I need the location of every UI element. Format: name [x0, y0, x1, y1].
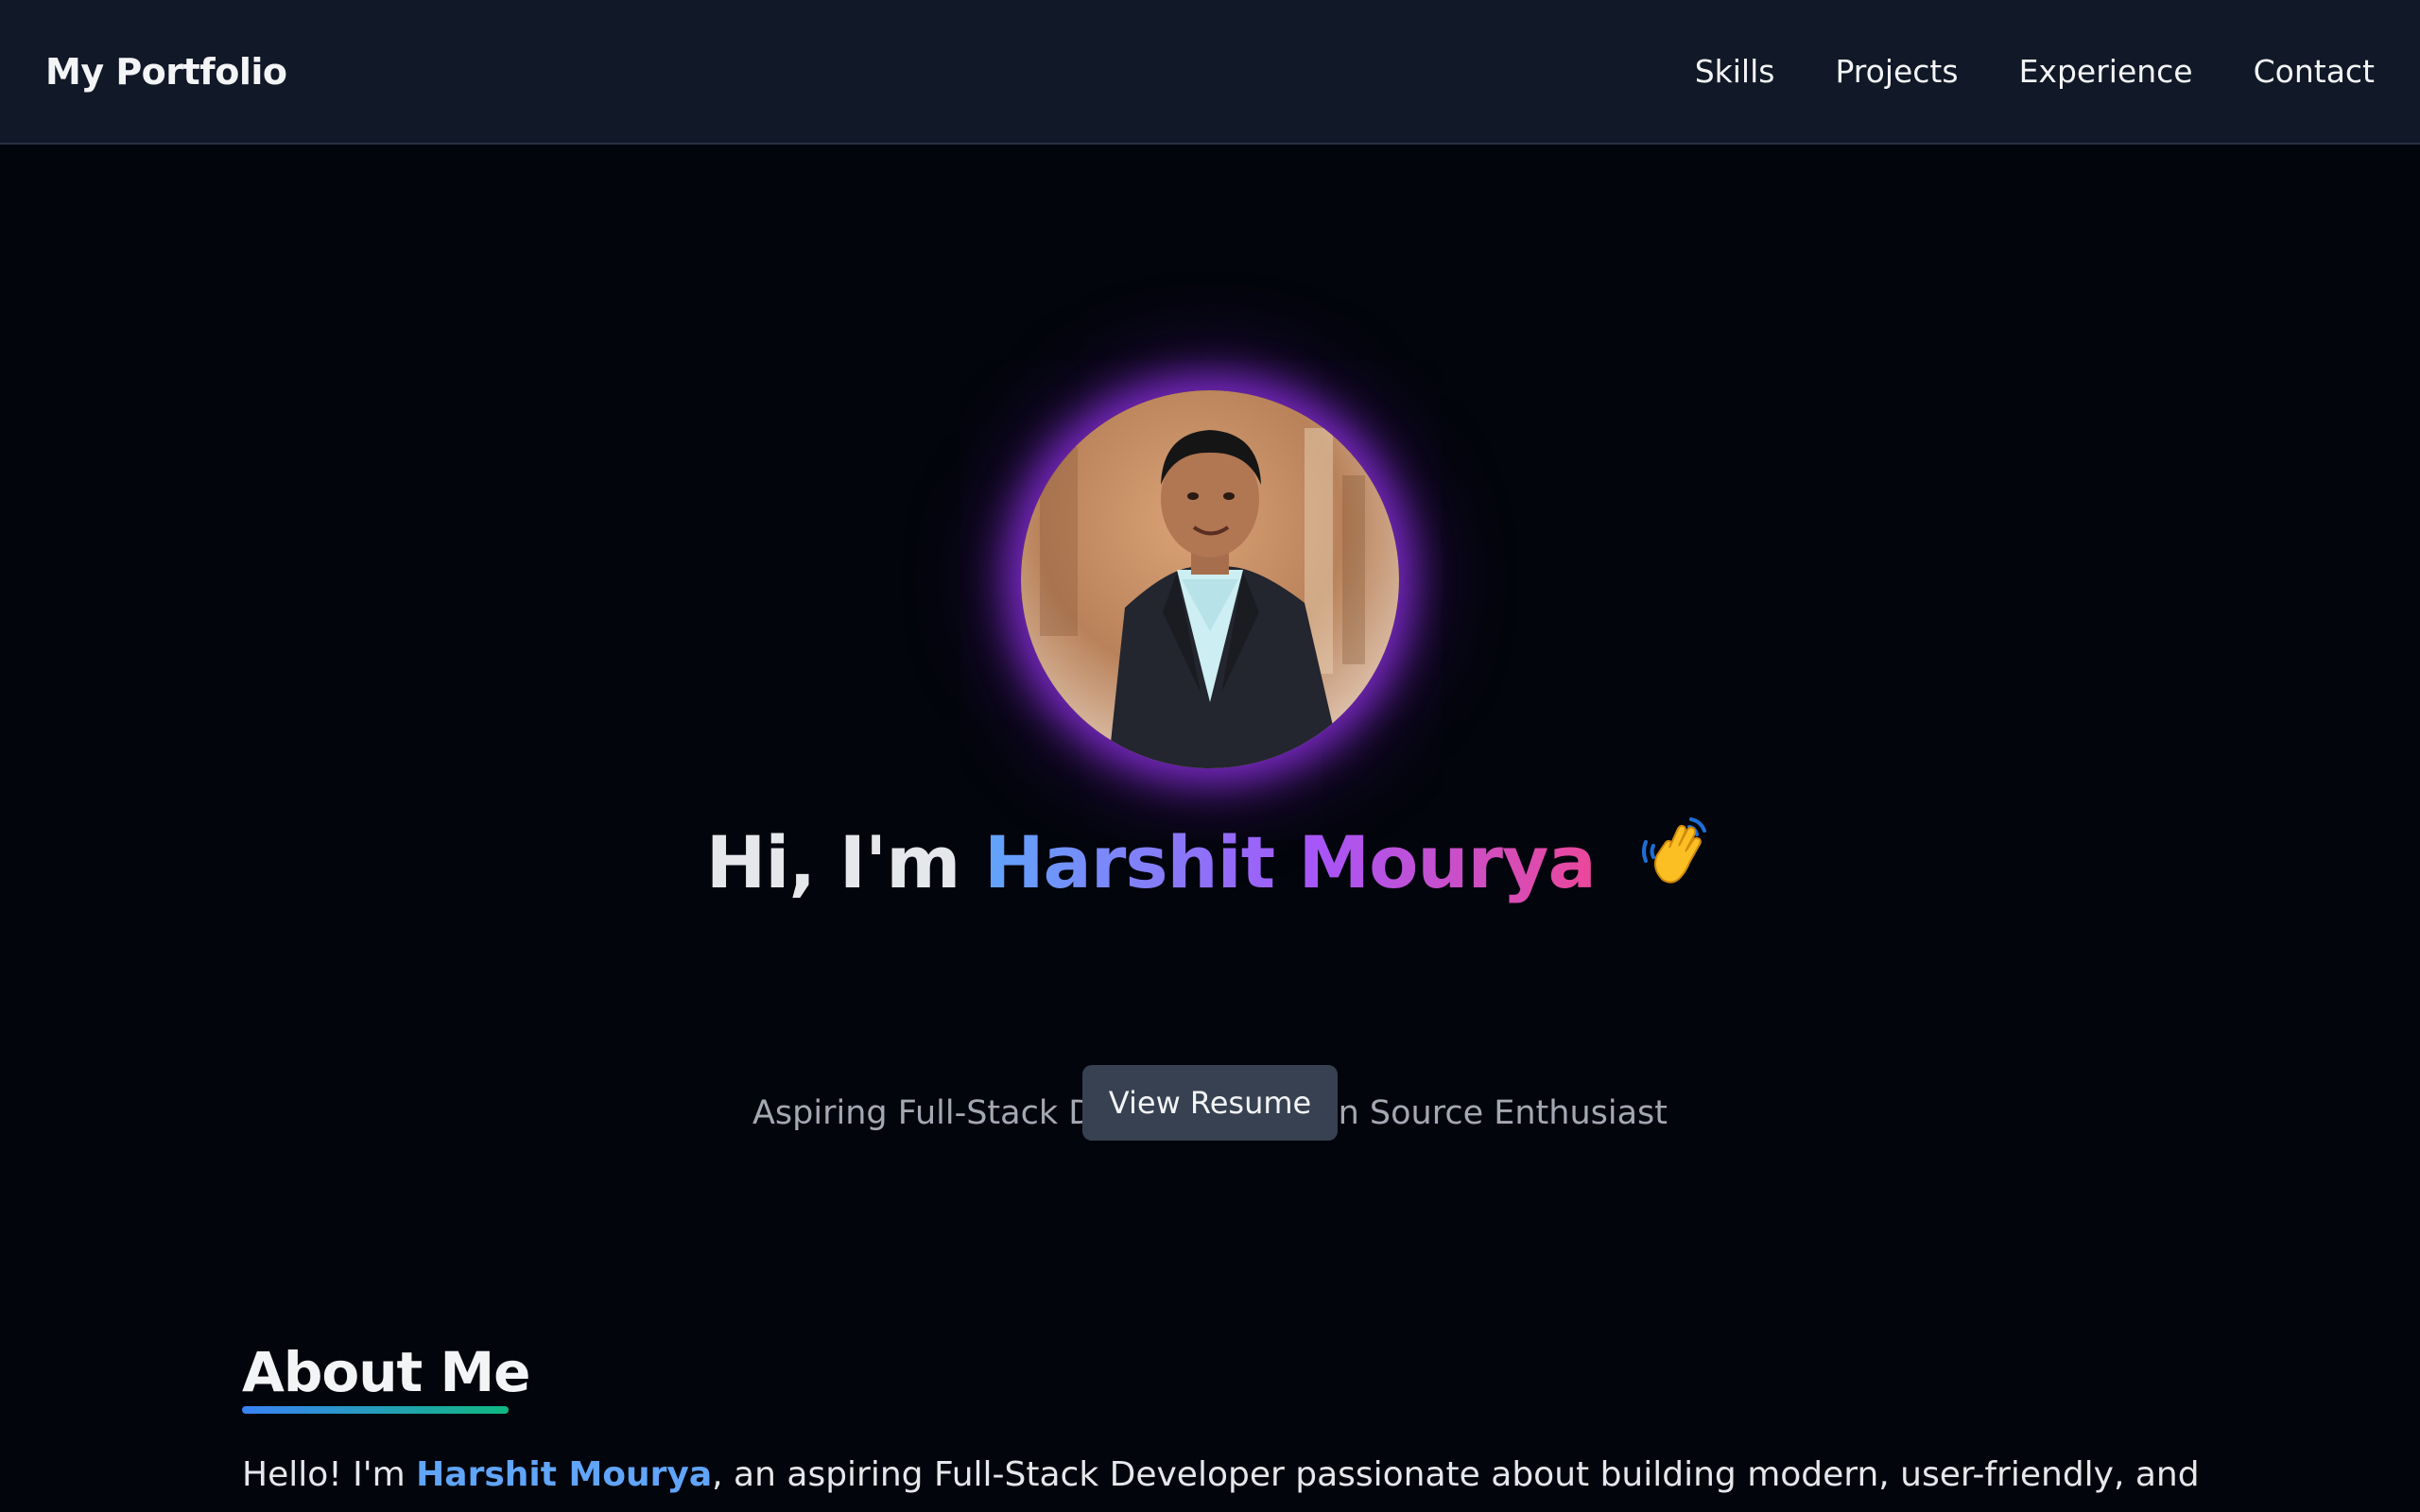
view-resume-button[interactable]: View Resume [1082, 1065, 1338, 1141]
hero-title: Hi, I'm Harshit Mourya [0, 817, 2420, 914]
about-intro-text: Hello! I'm Harshit Mourya, an aspiring F… [242, 1455, 2227, 1494]
profile-photo [1021, 390, 1399, 768]
about-intro-prefix: Hello! I'm [242, 1455, 417, 1494]
nav-link-experience[interactable]: Experience [2019, 53, 2193, 90]
nav-link-projects[interactable]: Projects [1835, 53, 1958, 90]
brand-logo[interactable]: My Portfolio [45, 51, 287, 93]
hero-section: Hi, I'm Harshit Mourya Aspiring Full-Sta… [0, 145, 2420, 1184]
profile-avatar [1021, 390, 1399, 768]
about-intro-suffix: , an aspiring Full-Stack Developer passi… [712, 1455, 2200, 1494]
hero-greeting: Hi, I'm [705, 820, 961, 904]
about-intro-name: Harshit Mourya [416, 1455, 713, 1494]
about-title: About Me [242, 1340, 531, 1404]
waving-hand-icon [1638, 814, 1714, 906]
navbar: My Portfolio Skills Projects Experience … [0, 0, 2420, 145]
nav-link-skills[interactable]: Skills [1695, 53, 1775, 90]
hero-name: Harshit Mourya [983, 820, 1597, 904]
nav-links: Skills Projects Experience Contact [1695, 53, 2375, 90]
about-title-underline [242, 1406, 509, 1414]
nav-link-contact[interactable]: Contact [2254, 53, 2375, 90]
